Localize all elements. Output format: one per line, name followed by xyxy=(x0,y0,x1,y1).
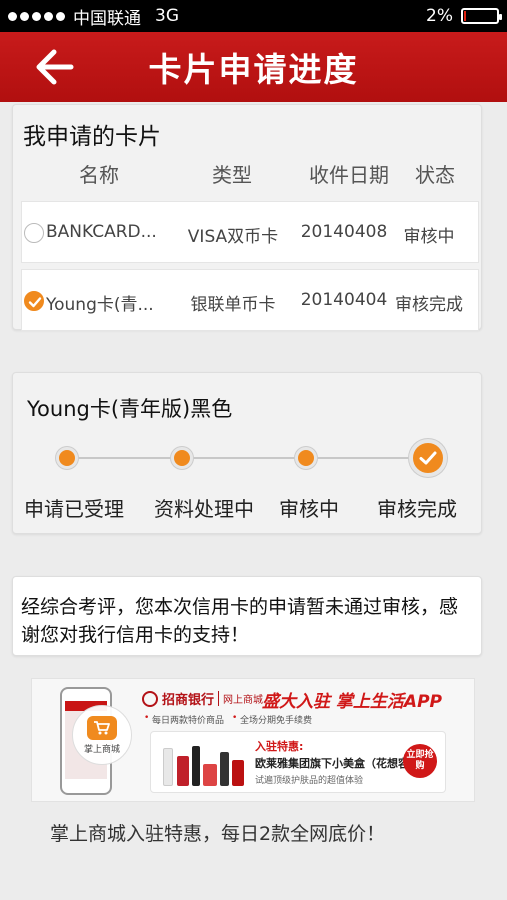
promo-bullets: 每日两款特价商品 全场分期免手续费 xyxy=(144,713,312,726)
mall-badge: 掌上商城 xyxy=(72,705,132,765)
checkmark-icon xyxy=(28,297,42,308)
battery-icon xyxy=(461,8,502,24)
radio-checked-icon[interactable] xyxy=(24,291,44,311)
result-message: 经综合考评，您本次信用卡的申请暂未通过审核，感谢您对我行信用卡的支持！ xyxy=(21,596,459,646)
back-button[interactable] xyxy=(30,46,78,88)
promo-banner[interactable]: 掌上商城 招商银行 网上商城 盛大入驻 掌上生活APP 每日两款特价商品 全场分… xyxy=(31,678,475,802)
battery-percent: 2% xyxy=(426,6,453,26)
applications-card: 我申请的卡片 名称 类型 收件日期 状态 BANKCARD... VISA双币卡… xyxy=(12,104,482,331)
progress-track xyxy=(65,457,435,459)
promo-headline: 盛大入驻 掌上生活APP xyxy=(262,692,442,712)
nav-bar: 卡片申请进度 xyxy=(0,32,507,102)
selected-card-title: Young卡(青年版)黑色 xyxy=(27,397,233,421)
step-label-reviewing: 审核中 xyxy=(279,497,339,521)
radio-unchecked-icon[interactable] xyxy=(24,223,44,243)
signal-strength-icon xyxy=(8,11,65,21)
buy-now-button[interactable]: 立即抢购 xyxy=(403,744,437,778)
promo-bullet: 每日两款特价商品 xyxy=(144,713,224,726)
offer-description: 试遍顶级护肤品的超值体验 xyxy=(255,776,364,786)
carrier-name: 中国联通 xyxy=(73,8,141,29)
bank-seal-icon xyxy=(142,690,158,707)
network-type: 3G xyxy=(155,6,179,26)
application-status: 审核完成 xyxy=(395,295,463,315)
receive-date: 20140404 xyxy=(300,290,388,310)
progress-card: Young卡(青年版)黑色 申请已受理 资料处理中 审核中 审核完成 xyxy=(12,372,482,534)
status-bar: 中国联通 3G 2% xyxy=(0,0,507,32)
column-header-type: 类型 xyxy=(212,163,252,187)
shopping-cart-icon xyxy=(87,715,117,740)
result-card: 经综合考评，您本次信用卡的申请暂未通过审核，感谢您对我行信用卡的支持！ xyxy=(12,576,482,656)
step-dot-icon xyxy=(56,447,78,469)
step-label-processing: 资料处理中 xyxy=(154,497,254,521)
page-title: 卡片申请进度 xyxy=(148,50,359,89)
bank-name: 招商银行 xyxy=(162,693,215,708)
application-row[interactable]: Young卡(青... 银联单币卡 20140404 审核完成 xyxy=(21,269,479,331)
offer-title: 入驻特惠: xyxy=(255,740,304,753)
column-header-name: 名称 xyxy=(79,163,119,187)
promo-caption: 掌上商城入驻特惠，每日2款全网底价！ xyxy=(50,823,386,845)
bank-logo: 招商银行 网上商城 xyxy=(142,689,263,708)
card-type: VISA双币卡 xyxy=(187,227,279,247)
application-status: 审核中 xyxy=(403,227,455,247)
step-label-completed: 审核完成 xyxy=(377,497,457,521)
step-dot-icon xyxy=(171,447,193,469)
step-complete-check-icon xyxy=(409,439,447,477)
offer-line: 欧莱雅集团旗下小美盒（花想容） xyxy=(255,757,420,770)
column-header-date: 收件日期 xyxy=(309,163,389,187)
cosmetics-image xyxy=(159,740,247,786)
offer-box: 入驻特惠: 欧莱雅集团旗下小美盒（花想容） 试遍顶级护肤品的超值体验 立即抢购 xyxy=(150,731,446,793)
card-name: Young卡(青... xyxy=(46,295,154,315)
step-dot-icon xyxy=(295,447,317,469)
card-type: 银联单币卡 xyxy=(190,295,276,315)
application-row[interactable]: BANKCARD... VISA双币卡 20140408 审核中 xyxy=(21,201,479,263)
promo-bullet: 全场分期免手续费 xyxy=(232,713,312,726)
step-label-accepted: 申请已受理 xyxy=(24,497,124,521)
mall-label: 掌上商城 xyxy=(83,744,120,755)
back-arrow-icon xyxy=(36,49,74,85)
receive-date: 20140408 xyxy=(300,222,388,242)
bank-subtitle: 网上商城 xyxy=(218,691,263,706)
applications-title: 我申请的卡片 xyxy=(23,124,161,150)
column-header-status: 状态 xyxy=(415,163,455,187)
card-name: BANKCARD... xyxy=(46,222,157,242)
